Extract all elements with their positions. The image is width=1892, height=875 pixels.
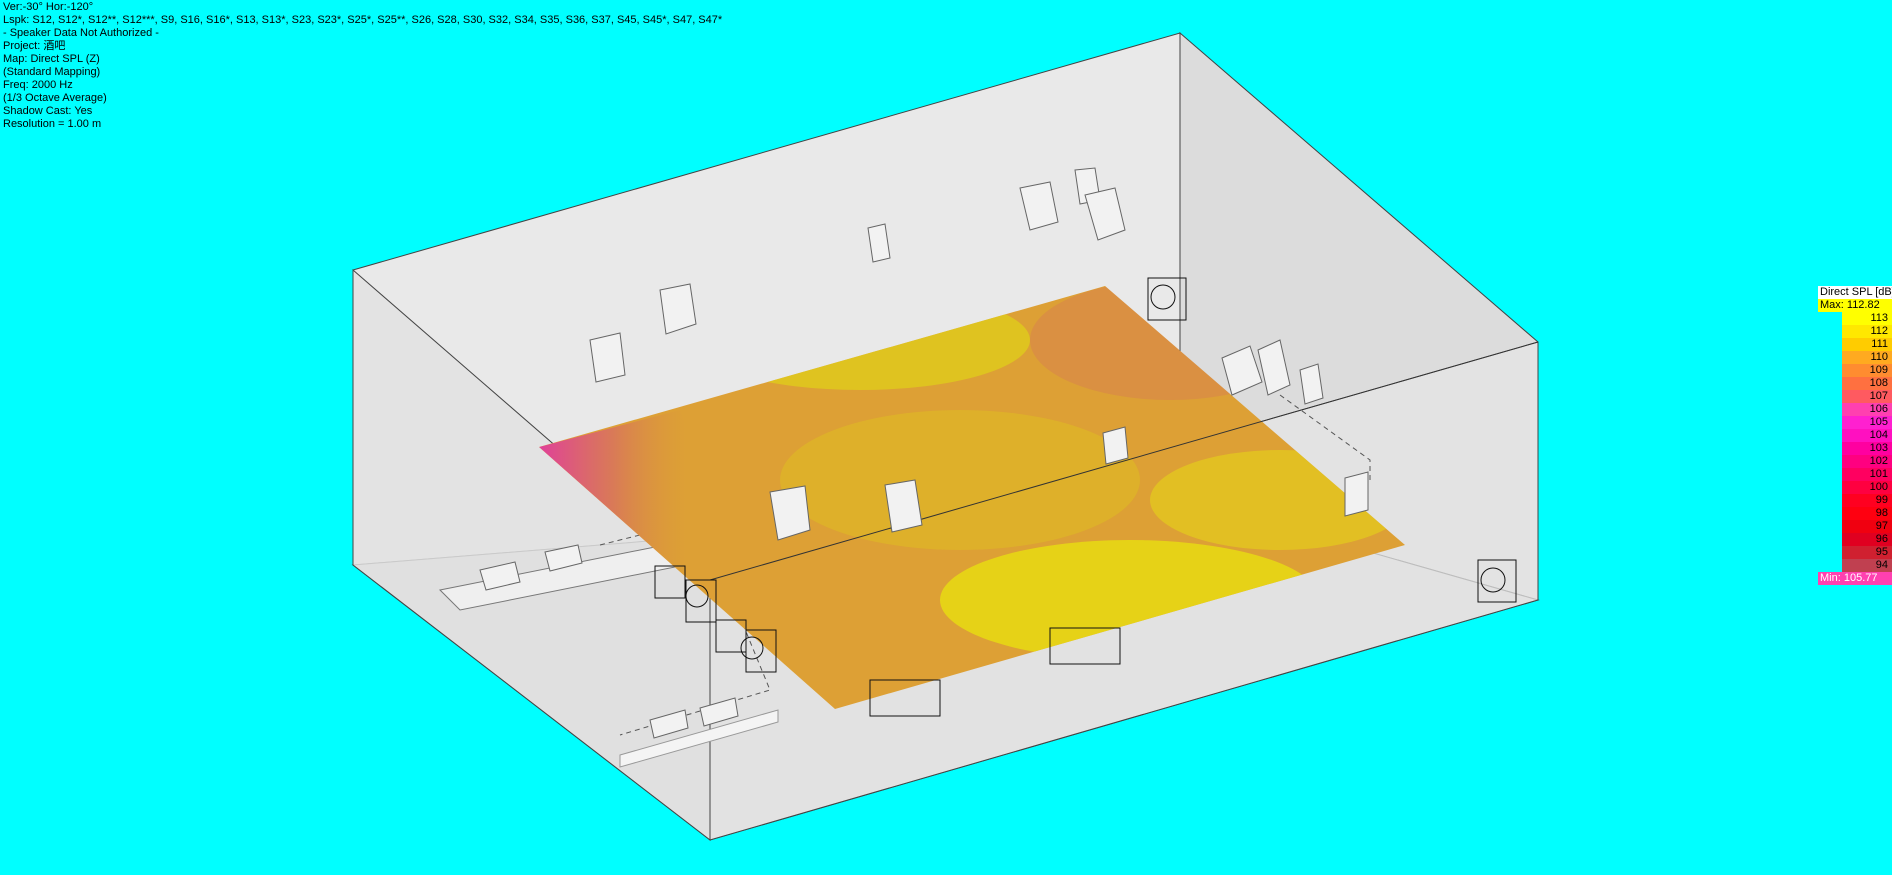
legend-spacer: [1818, 377, 1842, 390]
legend-min: Min: 105.77: [1818, 572, 1892, 585]
legend-level-value: 98: [1842, 507, 1892, 520]
legend-level-value: 108: [1842, 377, 1892, 390]
legend-spacer: [1818, 364, 1842, 377]
legend-level: 102: [1818, 455, 1892, 468]
legend-level-value: 96: [1842, 533, 1892, 546]
legend-spacer: [1818, 494, 1842, 507]
legend-level-value: 95: [1842, 546, 1892, 559]
legend-level: 99: [1818, 494, 1892, 507]
legend-level-value: 110: [1842, 351, 1892, 364]
legend-level-value: 102: [1842, 455, 1892, 468]
legend-spacer: [1818, 533, 1842, 546]
legend-spacer: [1818, 416, 1842, 429]
legend-level: 108: [1818, 377, 1892, 390]
legend-level: 96: [1818, 533, 1892, 546]
legend-level: 113: [1818, 312, 1892, 325]
legend-spacer: [1818, 312, 1842, 325]
legend-level-value: 104: [1842, 429, 1892, 442]
legend-level-value: 107: [1842, 390, 1892, 403]
legend-spacer: [1818, 507, 1842, 520]
room-3d-view[interactable]: [0, 0, 1892, 875]
legend-level: 97: [1818, 520, 1892, 533]
legend-level: 98: [1818, 507, 1892, 520]
legend-level-value: 100: [1842, 481, 1892, 494]
legend-level-value: 97: [1842, 520, 1892, 533]
legend-level-value: 105: [1842, 416, 1892, 429]
legend-level: 107: [1818, 390, 1892, 403]
legend-level-value: 101: [1842, 468, 1892, 481]
legend-level-value: 94: [1842, 559, 1892, 572]
legend-spacer: [1818, 546, 1842, 559]
legend-spacer: [1818, 325, 1842, 338]
legend-level: 101: [1818, 468, 1892, 481]
legend-level: 111: [1818, 338, 1892, 351]
legend-spacer: [1818, 481, 1842, 494]
legend-title: Direct SPL [dB]: [1818, 286, 1892, 299]
legend-max: Max: 112.82: [1818, 299, 1892, 312]
speaker-s35[interactable]: [1344, 471, 1369, 517]
legend-level: 106: [1818, 403, 1892, 416]
speaker-s36[interactable]: [1102, 426, 1129, 465]
legend-level-value: 106: [1842, 403, 1892, 416]
legend-level: 103: [1818, 442, 1892, 455]
legend-spacer: [1818, 429, 1842, 442]
legend-spacer: [1818, 442, 1842, 455]
legend-level: 94: [1818, 559, 1892, 572]
legend-level: 110: [1818, 351, 1892, 364]
legend-spacer: [1818, 338, 1842, 351]
legend-spacer: [1818, 455, 1842, 468]
legend-level: 100: [1818, 481, 1892, 494]
legend-spacer: [1818, 351, 1842, 364]
legend-spacer: [1818, 390, 1842, 403]
legend-level-value: 103: [1842, 442, 1892, 455]
legend-level: 104: [1818, 429, 1892, 442]
spl-legend: Direct SPL [dB] Max: 112.82 113 112 111 110…: [1818, 286, 1892, 585]
legend-level: 105: [1818, 416, 1892, 429]
legend-level-value: 109: [1842, 364, 1892, 377]
legend-level-value: 99: [1842, 494, 1892, 507]
legend-spacer: [1818, 403, 1842, 416]
legend-level: 95: [1818, 546, 1892, 559]
legend-level: 109: [1818, 364, 1892, 377]
legend-level-value: 113: [1842, 312, 1892, 325]
legend-spacer: [1818, 468, 1842, 481]
legend-level-value: 112: [1842, 325, 1892, 338]
legend-spacer: [1818, 520, 1842, 533]
legend-level-value: 111: [1842, 338, 1892, 351]
speaker-s12[interactable]: [589, 332, 626, 383]
legend-level: 112: [1818, 325, 1892, 338]
legend-spacer: [1818, 559, 1842, 572]
speaker-s45[interactable]: [884, 479, 923, 533]
